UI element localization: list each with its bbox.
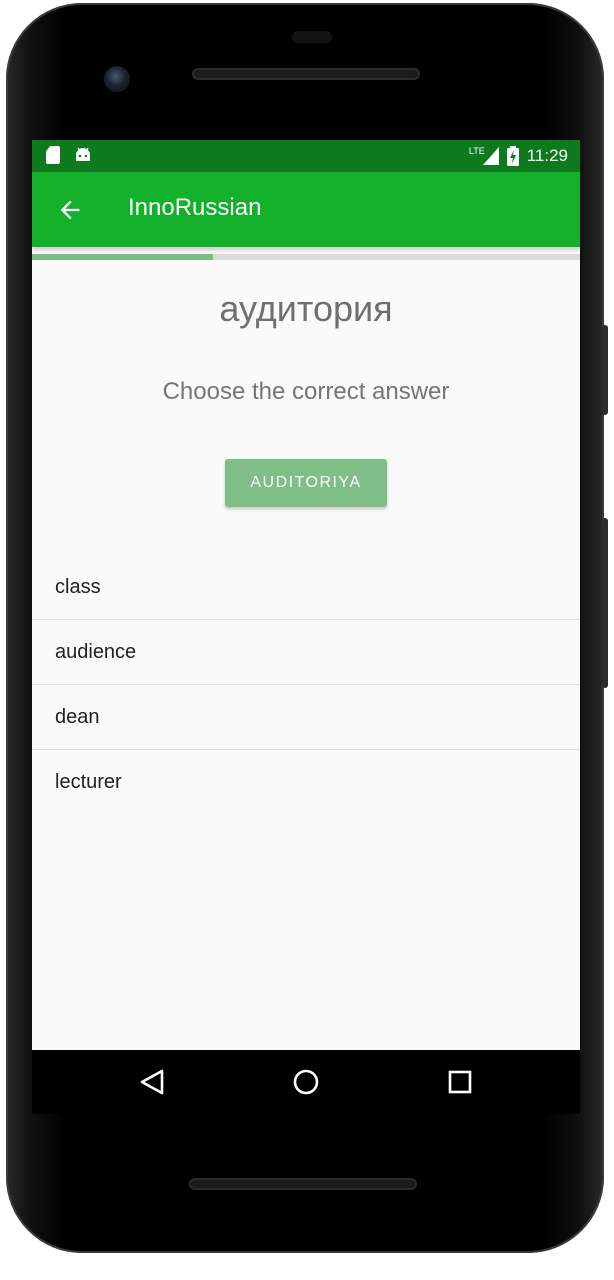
android-icon	[76, 147, 90, 161]
sd-card-icon	[46, 146, 60, 164]
answer-option[interactable]: audience	[32, 620, 580, 685]
back-arrow-icon[interactable]	[56, 196, 84, 224]
app-title: InnoRussian	[128, 194, 262, 221]
recents-square-icon[interactable]	[444, 1066, 476, 1098]
clock: 11:29	[526, 146, 568, 165]
volume-button	[602, 518, 608, 688]
answer-option[interactable]: dean	[32, 685, 580, 750]
battery-charging-icon	[506, 146, 519, 166]
signal-icon	[482, 147, 499, 165]
lesson-progress-bar	[32, 254, 580, 260]
home-circle-icon[interactable]	[290, 1066, 322, 1098]
power-button	[602, 325, 608, 415]
status-bar: LTE 11:29	[32, 140, 580, 172]
transliteration-button[interactable]: AUDITORIYA	[225, 459, 387, 507]
network-type: LTE	[468, 146, 485, 156]
earpiece	[292, 31, 332, 43]
app-bar: InnoRussian	[32, 172, 580, 247]
back-triangle-icon[interactable]	[136, 1066, 168, 1098]
progress-fill	[32, 254, 213, 260]
front-camera	[104, 66, 130, 92]
instruction-text: Choose the correct answer	[162, 378, 450, 405]
answer-option[interactable]: class	[32, 555, 580, 620]
question-word: аудитория	[219, 288, 393, 329]
top-speaker	[192, 68, 420, 80]
answer-option[interactable]: lecturer	[32, 750, 580, 815]
bottom-speaker	[189, 1178, 417, 1190]
screen: LTE 11:29 InnoRussian аудитория Choose t…	[32, 140, 580, 1050]
answer-options-list: class audience dean lecturer	[32, 555, 580, 815]
system-nav-bar	[32, 1050, 580, 1114]
